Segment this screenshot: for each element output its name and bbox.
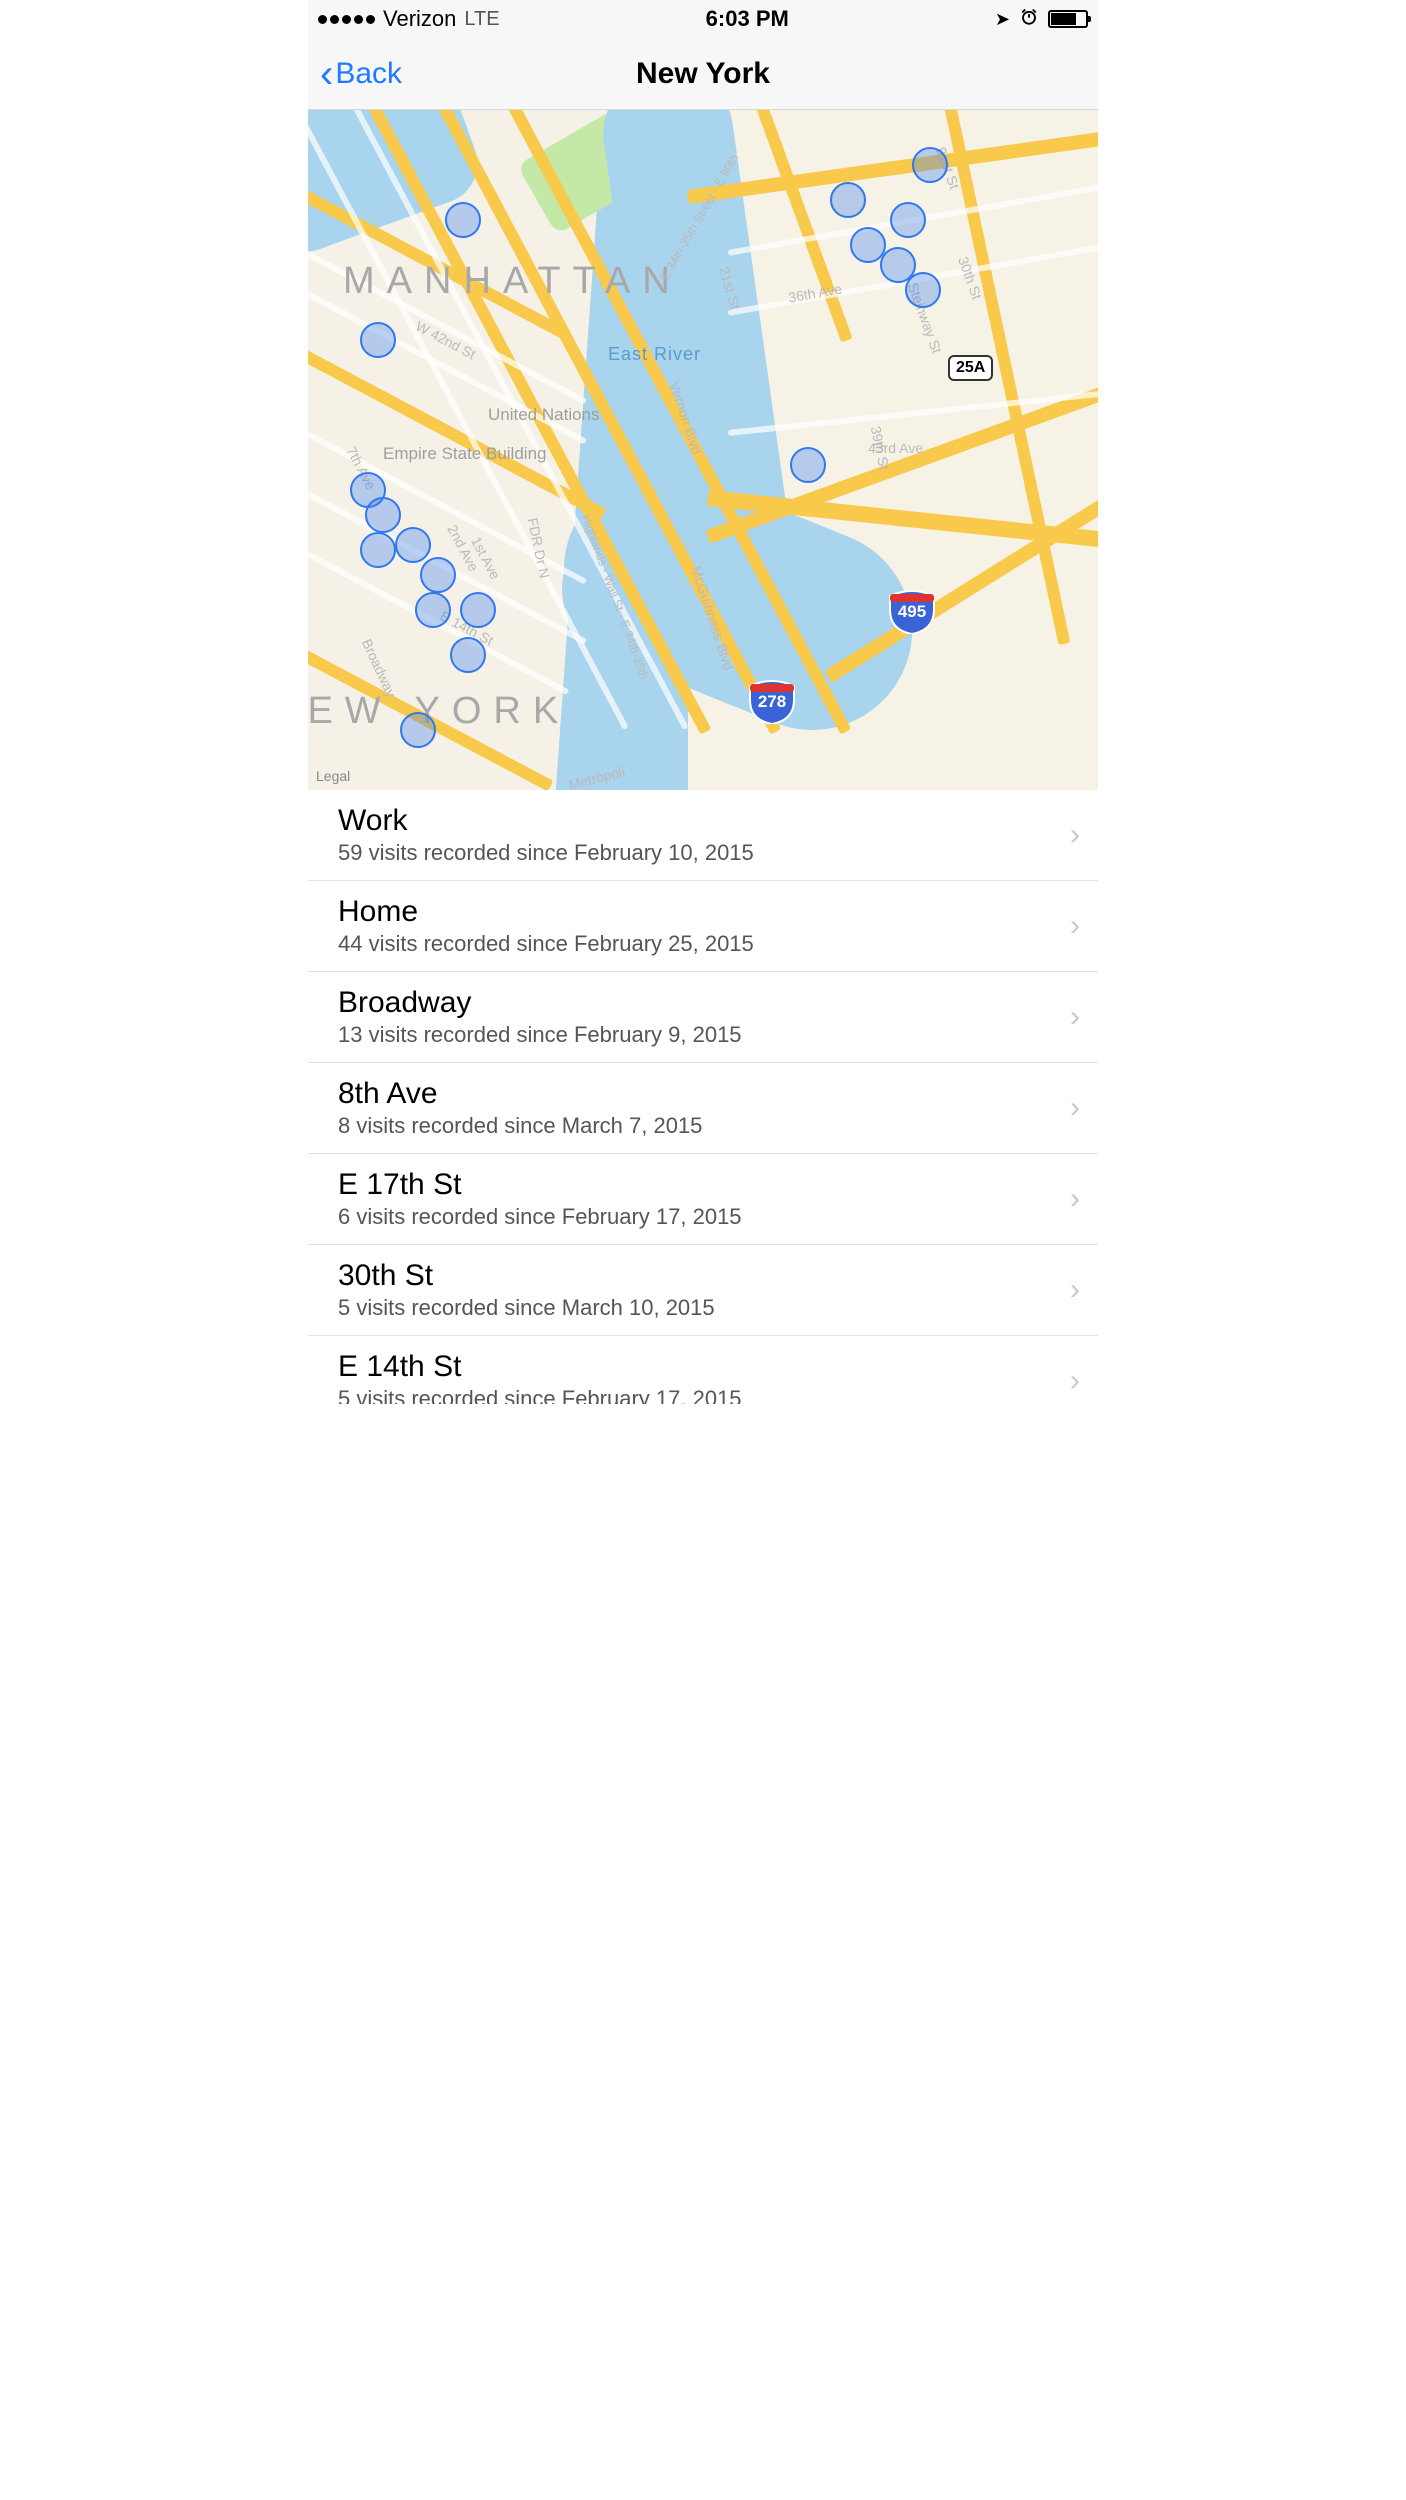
battery-icon (1048, 10, 1088, 28)
location-subtitle: 5 visits recorded since February 17, 201… (338, 1386, 1070, 1404)
page-title: New York (636, 57, 770, 91)
route-box-25a: 25A (948, 355, 993, 381)
map-location-pin[interactable] (365, 497, 401, 533)
nav-bar: ‹ Back New York (308, 38, 1098, 110)
location-subtitle: 6 visits recorded since February 17, 201… (338, 1204, 1070, 1230)
chevron-right-icon: › (1070, 1091, 1080, 1125)
phone-frame: Verizon LTE 6:03 PM ➤ ‹ Back New York (308, 0, 1098, 1404)
location-row[interactable]: Home 44 visits recorded since February 2… (308, 881, 1098, 972)
location-row[interactable]: 30th St 5 visits recorded since March 10… (308, 1245, 1098, 1336)
status-bar: Verizon LTE 6:03 PM ➤ (308, 0, 1098, 38)
location-subtitle: 5 visits recorded since March 10, 2015 (338, 1295, 1070, 1321)
map-location-pin[interactable] (420, 557, 456, 593)
map-label-manhattan: MANHATTAN (343, 260, 682, 303)
status-right: ➤ (995, 6, 1088, 32)
location-subtitle: 13 visits recorded since February 9, 201… (338, 1022, 1070, 1048)
route-shield-495: 495 (888, 590, 936, 634)
map-label-east-river: East River (608, 345, 701, 365)
map-label-un: United Nations (488, 405, 600, 425)
route-shield-278: 278 (748, 680, 796, 724)
location-row[interactable]: Work 59 visits recorded since February 1… (308, 790, 1098, 881)
map-location-pin[interactable] (912, 147, 948, 183)
chevron-right-icon: › (1070, 1364, 1080, 1398)
location-title: E 14th St (338, 1350, 1070, 1384)
back-label: Back (335, 57, 402, 91)
map-location-pin[interactable] (445, 202, 481, 238)
location-title: 30th St (338, 1259, 1070, 1293)
network-label: LTE (464, 8, 499, 31)
clock-label: 6:03 PM (706, 6, 789, 32)
chevron-right-icon: › (1070, 818, 1080, 852)
map-location-pin[interactable] (905, 272, 941, 308)
location-row[interactable]: 8th Ave 8 visits recorded since March 7,… (308, 1063, 1098, 1154)
map-legal-link[interactable]: Legal (316, 768, 350, 784)
map-location-pin[interactable] (400, 712, 436, 748)
status-left: Verizon LTE (318, 6, 500, 32)
map-location-pin[interactable] (890, 202, 926, 238)
location-title: E 17th St (338, 1168, 1070, 1202)
locations-list: Work 59 visits recorded since February 1… (308, 790, 1098, 1404)
location-subtitle: 44 visits recorded since February 25, 20… (338, 931, 1070, 957)
alarm-icon (1020, 6, 1038, 32)
map-location-pin[interactable] (360, 322, 396, 358)
signal-dots-icon (318, 15, 375, 24)
chevron-right-icon: › (1070, 909, 1080, 943)
carrier-label: Verizon (383, 6, 456, 32)
location-title: Broadway (338, 986, 1070, 1020)
location-title: 8th Ave (338, 1077, 1070, 1111)
location-icon: ➤ (995, 9, 1010, 30)
map-location-pin[interactable] (360, 532, 396, 568)
chevron-left-icon: ‹ (320, 54, 333, 94)
location-row[interactable]: E 14th St 5 visits recorded since Februa… (308, 1336, 1098, 1404)
location-title: Home (338, 895, 1070, 929)
map-location-pin[interactable] (450, 637, 486, 673)
map-location-pin[interactable] (415, 592, 451, 628)
location-row[interactable]: Broadway 13 visits recorded since Februa… (308, 972, 1098, 1063)
back-button[interactable]: ‹ Back (320, 54, 402, 94)
location-title: Work (338, 804, 1070, 838)
map-location-pin[interactable] (460, 592, 496, 628)
location-subtitle: 8 visits recorded since March 7, 2015 (338, 1113, 1070, 1139)
map-location-pin[interactable] (790, 447, 826, 483)
map-location-pin[interactable] (395, 527, 431, 563)
chevron-right-icon: › (1070, 1182, 1080, 1216)
location-row[interactable]: E 17th St 6 visits recorded since Februa… (308, 1154, 1098, 1245)
map-label-newyork: NEW YORK (308, 690, 570, 733)
map-label-empire: Empire State Building (383, 445, 546, 464)
map-view[interactable]: MANHATTAN NEW YORK East River Empire Sta… (308, 110, 1098, 790)
location-subtitle: 59 visits recorded since February 10, 20… (338, 840, 1070, 866)
chevron-right-icon: › (1070, 1000, 1080, 1034)
chevron-right-icon: › (1070, 1273, 1080, 1307)
map-location-pin[interactable] (830, 182, 866, 218)
